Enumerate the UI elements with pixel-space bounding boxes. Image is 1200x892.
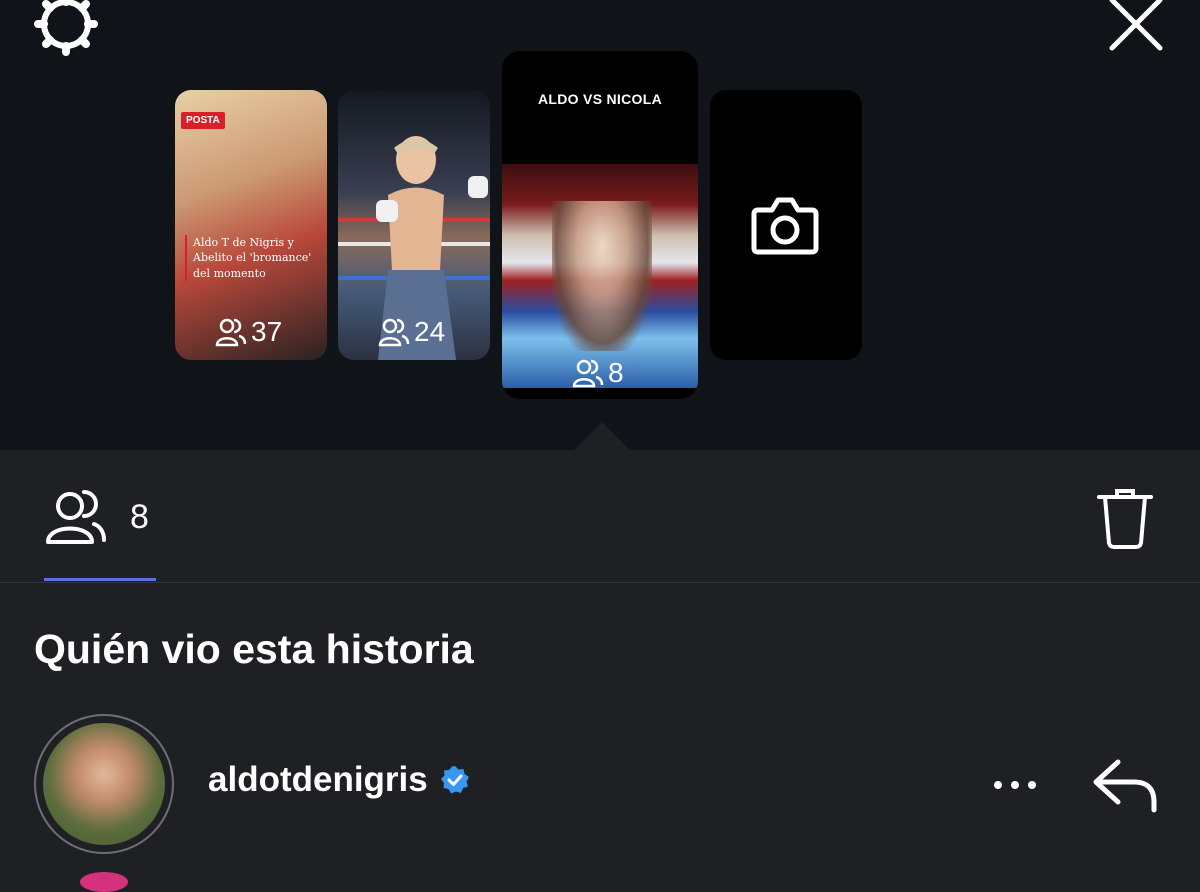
close-icon — [1109, 0, 1163, 51]
trash-icon — [1097, 489, 1153, 549]
viewers-icon — [378, 318, 410, 347]
viewers-icon — [572, 359, 604, 388]
next-avatar-ring — [80, 872, 128, 892]
story-view-count-value: 37 — [251, 316, 283, 347]
viewer-row[interactable]: aldotdenigris — [0, 712, 1200, 854]
tab-viewers[interactable]: 8 — [44, 486, 149, 548]
section-title: Quién vio esta historia — [34, 626, 474, 672]
close-button[interactable] — [1100, 0, 1172, 56]
viewer-username[interactable]: aldotdenigris — [208, 760, 470, 800]
story-thumbnail-1[interactable]: POSTA Aldo T de Nigris y Abelito el 'bro… — [175, 90, 327, 360]
verified-badge-icon — [440, 766, 469, 794]
settings-button[interactable] — [30, 0, 102, 56]
story-view-count: 24 — [378, 316, 445, 348]
avatar-image — [43, 723, 165, 845]
avatar[interactable] — [34, 714, 174, 854]
story-view-count-value: 24 — [414, 316, 446, 347]
boxer-figure — [552, 201, 652, 351]
selection-pointer — [572, 422, 632, 452]
posta-logo: POSTA — [181, 112, 225, 129]
story-tray: POSTA Aldo T de Nigris y Abelito el 'bro… — [0, 0, 1200, 452]
viewers-icon — [46, 490, 106, 544]
story-title: ALDO VS NICOLA — [538, 91, 662, 107]
more-icon — [994, 781, 1036, 789]
story-view-count-value: 8 — [608, 357, 624, 388]
reply-icon — [1093, 759, 1157, 813]
add-story-camera[interactable] — [710, 90, 862, 360]
camera-icon — [751, 197, 819, 255]
story-thumbnail-selected[interactable]: ALDO VS NICOLA 8 — [502, 51, 698, 399]
reply-button[interactable] — [1090, 754, 1160, 814]
story-view-count: 37 — [215, 316, 282, 348]
viewer-tabs: 8 — [0, 450, 1200, 583]
username-text: aldotdenigris — [208, 760, 428, 799]
story-thumbnail-2[interactable]: 24 — [338, 90, 490, 360]
story-view-count: 8 — [572, 357, 624, 389]
active-tab-indicator — [44, 578, 156, 581]
delete-story-button[interactable] — [1095, 485, 1155, 549]
viewers-count: 8 — [130, 497, 149, 536]
gear-icon — [34, 0, 98, 56]
story-headline: Aldo T de Nigris y Abelito el 'bromance'… — [185, 235, 327, 282]
more-options-button[interactable] — [990, 770, 1040, 800]
viewers-icon — [215, 318, 247, 347]
